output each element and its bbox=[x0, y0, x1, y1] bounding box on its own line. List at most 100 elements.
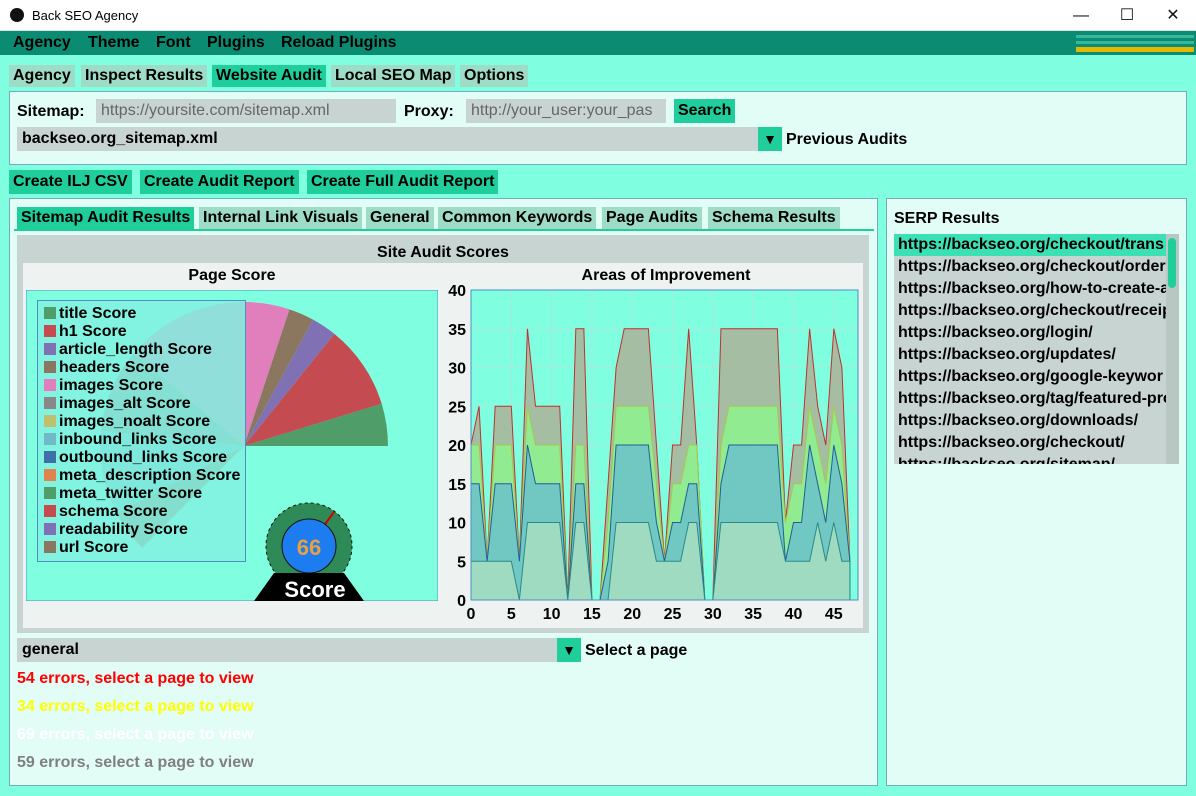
legend-item: outbound_links Score bbox=[44, 449, 245, 467]
y-tick-label: 10 bbox=[448, 516, 466, 533]
legend-item: article_length Score bbox=[44, 341, 245, 359]
app-icon bbox=[10, 8, 24, 22]
legend-label: meta_description Score bbox=[59, 467, 241, 484]
error-summary-red: 54 errors, select a page to view bbox=[17, 670, 254, 687]
serp-item[interactable]: https://backseo.org/checkout/ bbox=[894, 432, 1166, 454]
sitemap-label: Sitemap: bbox=[17, 103, 85, 120]
dropdown-arrow-icon[interactable]: ▼ bbox=[557, 638, 581, 662]
legend-swatch bbox=[44, 343, 56, 355]
sitemap-input[interactable]: https://yoursite.com/sitemap.xml bbox=[96, 99, 396, 123]
create-audit-report-button[interactable]: Create Audit Report bbox=[140, 170, 299, 194]
minimize-button[interactable]: — bbox=[1058, 0, 1104, 31]
legend-item: images Score bbox=[44, 377, 245, 395]
legend-item: inbound_links Score bbox=[44, 431, 245, 449]
tab-page-audits[interactable]: Page Audits bbox=[602, 207, 702, 229]
serp-title: SERP Results bbox=[894, 210, 1000, 227]
pie-title: Page Score bbox=[188, 267, 276, 284]
legend-swatch bbox=[44, 487, 56, 499]
x-tick-label: 35 bbox=[744, 606, 762, 623]
legend-item: meta_description Score bbox=[44, 467, 245, 485]
x-tick-label: 40 bbox=[785, 606, 803, 623]
tab-common-keywords[interactable]: Common Keywords bbox=[438, 207, 597, 229]
tab-website-audit[interactable]: Website Audit bbox=[212, 65, 326, 87]
tab-sitemap-audit-results[interactable]: Sitemap Audit Results bbox=[17, 207, 195, 229]
legend-label: images_alt Score bbox=[59, 395, 191, 412]
legend-swatch bbox=[44, 361, 56, 373]
legend-item: images_noalt Score bbox=[44, 413, 245, 431]
legend-item: url Score bbox=[44, 539, 245, 557]
proxy-input[interactable]: http://your_user:your_pas bbox=[466, 99, 666, 123]
create-full-audit-report-button[interactable]: Create Full Audit Report bbox=[307, 170, 499, 194]
legend-label: headers Score bbox=[59, 359, 170, 376]
x-tick-label: 25 bbox=[664, 606, 682, 623]
menu-plugins[interactable]: Plugins bbox=[207, 34, 265, 52]
menu-bar: Agency Theme Font Plugins Reload Plugins bbox=[0, 31, 1196, 55]
tab-underline bbox=[14, 229, 874, 231]
legend-swatch bbox=[44, 379, 56, 391]
tab-inspect-results[interactable]: Inspect Results bbox=[81, 65, 208, 87]
create-ilj-csv-button[interactable]: Create ILJ CSV bbox=[9, 170, 132, 194]
serp-item[interactable]: https://backseo.org/updates/ bbox=[894, 344, 1166, 366]
page-select-value: general bbox=[22, 641, 79, 658]
legend-label: title Score bbox=[59, 305, 137, 322]
x-tick-label: 30 bbox=[704, 606, 722, 623]
tab-options[interactable]: Options bbox=[460, 65, 529, 87]
serp-item[interactable]: https://backseo.org/checkout/trans bbox=[894, 234, 1166, 256]
serp-list[interactable]: https://backseo.org/checkout/trans https:… bbox=[894, 234, 1179, 464]
select-page-label: Select a page bbox=[585, 642, 688, 659]
legend-label: outbound_links Score bbox=[59, 449, 228, 466]
legend-swatch bbox=[44, 415, 56, 427]
menu-font[interactable]: Font bbox=[156, 34, 191, 52]
tab-schema-results[interactable]: Schema Results bbox=[708, 207, 840, 229]
serp-item[interactable]: https://backseo.org/how-to-create-a bbox=[894, 278, 1166, 300]
close-button[interactable]: ✕ bbox=[1150, 0, 1196, 31]
serp-item[interactable]: https://backseo.org/downloads/ bbox=[894, 410, 1166, 432]
legend-label: url Score bbox=[59, 539, 129, 556]
menu-agency[interactable]: Agency bbox=[13, 34, 71, 52]
legend-item: readability Score bbox=[44, 521, 245, 539]
serp-item[interactable]: https://backseo.org/tag/featured-pro bbox=[894, 388, 1166, 410]
proxy-label: Proxy: bbox=[404, 103, 454, 120]
y-tick-label: 40 bbox=[448, 283, 466, 300]
legend-swatch bbox=[44, 505, 56, 517]
legend-swatch bbox=[44, 469, 56, 481]
x-tick-label: 15 bbox=[583, 606, 601, 623]
menu-reload-plugins[interactable]: Reload Plugins bbox=[281, 34, 397, 52]
x-tick-label: 45 bbox=[825, 606, 843, 623]
serp-item[interactable]: https://backseo.org/sitemap/ bbox=[894, 454, 1166, 464]
serp-item[interactable]: https://backseo.org/google-keywor bbox=[894, 366, 1166, 388]
serp-item[interactable]: https://backseo.org/checkout/order bbox=[894, 256, 1166, 278]
y-tick-label: 5 bbox=[457, 554, 466, 571]
previous-audits-select[interactable]: backseo.org_sitemap.xml ▼ bbox=[17, 127, 782, 151]
tab-local-seo-map[interactable]: Local SEO Map bbox=[331, 65, 456, 87]
serp-scrollbar[interactable] bbox=[1166, 234, 1179, 464]
legend-item: schema Score bbox=[44, 503, 245, 521]
figure-title: Site Audit Scores bbox=[377, 244, 509, 261]
x-tick-label: 10 bbox=[543, 606, 561, 623]
tab-agency[interactable]: Agency bbox=[9, 65, 75, 87]
tab-internal-link-visuals[interactable]: Internal Link Visuals bbox=[199, 207, 363, 229]
y-tick-label: 35 bbox=[448, 322, 466, 339]
tab-general[interactable]: General bbox=[366, 207, 434, 229]
dropdown-arrow-icon[interactable]: ▼ bbox=[758, 127, 782, 151]
legend-swatch bbox=[44, 523, 56, 535]
legend-label: inbound_links Score bbox=[59, 431, 217, 448]
serp-scroll-thumb[interactable] bbox=[1168, 238, 1176, 288]
menu-theme[interactable]: Theme bbox=[88, 34, 140, 52]
legend-swatch bbox=[44, 397, 56, 409]
maximize-button[interactable]: ☐ bbox=[1104, 0, 1150, 31]
serp-item[interactable]: https://backseo.org/checkout/receip bbox=[894, 300, 1166, 322]
legend-label: h1 Score bbox=[59, 323, 127, 340]
legend-label: readability Score bbox=[59, 521, 188, 538]
legend-item: title Score bbox=[44, 305, 245, 323]
search-button[interactable]: Search bbox=[674, 99, 736, 123]
page-select[interactable]: general ▼ bbox=[17, 638, 581, 662]
legend-item: images_alt Score bbox=[44, 395, 245, 413]
legend-item: h1 Score bbox=[44, 323, 245, 341]
gauge-label: Score bbox=[284, 577, 345, 601]
error-summary-yellow: 34 errors, select a page to view bbox=[17, 698, 254, 715]
serp-item[interactable]: https://backseo.org/login/ bbox=[894, 322, 1166, 344]
area-chart: 0 5 10 15 20 25 30 35 40 45 0 5 10 15 20 25 30 35 40 bbox=[448, 283, 859, 623]
legend-swatch bbox=[44, 451, 56, 463]
previous-audits-label: Previous Audits bbox=[786, 131, 908, 148]
